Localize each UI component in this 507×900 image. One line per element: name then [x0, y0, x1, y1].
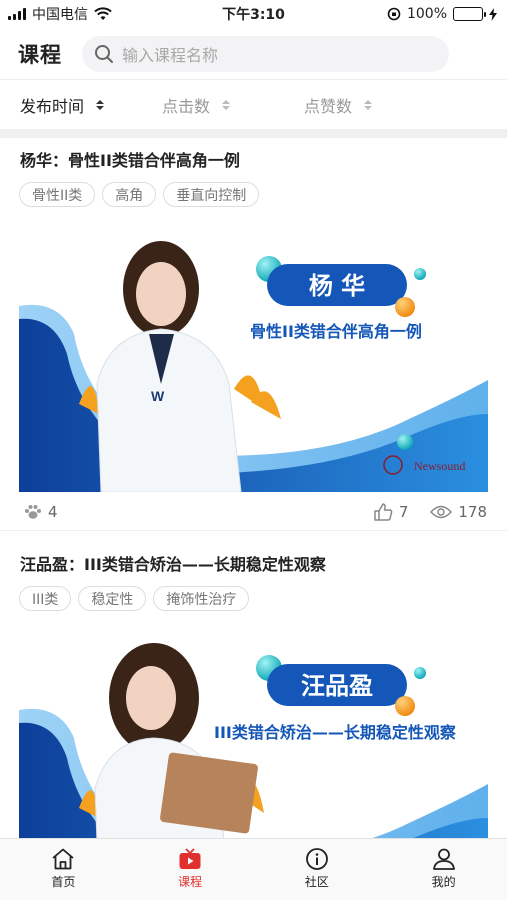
sort-bar: 发布时间 点击数 点赞数 — [0, 81, 507, 129]
view-count: 178 — [458, 503, 487, 521]
like-button[interactable]: 7 — [374, 503, 409, 521]
course-banner[interactable]: 汪品盈 III类错合矫治——长期稳定性观察 — [19, 628, 488, 868]
sort-label: 点赞数 — [304, 97, 353, 116]
info-icon — [305, 848, 328, 870]
sort-by-clicks[interactable]: 点击数 — [162, 93, 304, 117]
header: 课程 输入课程名称 — [0, 28, 507, 80]
user-icon — [432, 848, 455, 870]
view-stat: 178 — [430, 503, 487, 521]
svg-text:W: W — [151, 388, 165, 404]
search-input[interactable]: 输入课程名称 — [82, 35, 449, 72]
tag-list: III类 稳定性 掩饰性治疗 — [0, 586, 507, 611]
tag[interactable]: 掩饰性治疗 — [153, 586, 250, 611]
tag[interactable]: 高角 — [102, 182, 157, 207]
tag[interactable]: 垂直向控制 — [163, 182, 260, 207]
tab-label: 课程 — [178, 875, 203, 889]
sort-caret-icon — [96, 100, 105, 110]
home-icon — [52, 848, 74, 870]
sort-by-likes[interactable]: 点赞数 — [304, 93, 446, 117]
battery-percent: 100% — [406, 6, 447, 22]
sort-label: 发布时间 — [20, 97, 85, 116]
search-icon — [95, 44, 113, 63]
tag[interactable]: 骨性II类 — [19, 182, 96, 207]
battery-icon — [453, 7, 486, 21]
sort-caret-icon — [364, 100, 373, 110]
carrier-label: 中国电信 — [32, 7, 88, 23]
wifi-icon — [94, 7, 112, 20]
course-card[interactable]: 汪品盈：III类错合矫治——长期稳定性观察 III类 稳定性 掩饰性治疗 汪品盈… — [0, 554, 507, 868]
clock: 下午3:10 — [222, 7, 285, 23]
brand-label: Newsound — [414, 459, 465, 473]
tag-list: 骨性II类 高角 垂直向控制 — [0, 182, 507, 207]
like-count: 7 — [398, 503, 409, 521]
charging-icon — [489, 7, 497, 21]
tab-profile[interactable]: 我的 — [380, 839, 507, 900]
course-title[interactable]: 汪品盈：III类错合矫治——长期稳定性观察 — [0, 554, 507, 576]
tab-label: 首页 — [51, 875, 76, 889]
banner-name: 杨 华 — [309, 272, 365, 300]
tab-label: 社区 — [304, 875, 329, 889]
tag[interactable]: 稳定性 — [78, 586, 147, 611]
tab-home[interactable]: 首页 — [0, 839, 127, 900]
course-banner[interactable]: W 杨 华 骨性II类错合伴高角一例 Newsound — [19, 224, 488, 492]
signal-icon — [8, 8, 26, 20]
paw-count: 4 — [48, 503, 58, 521]
course-footer: 4 7 178 — [0, 492, 507, 532]
section-divider — [0, 129, 507, 138]
banner-name: 汪品盈 — [301, 672, 373, 700]
page-title: 课程 — [18, 42, 62, 67]
tab-label: 我的 — [431, 875, 456, 889]
orientation-lock-icon — [387, 7, 401, 21]
sort-by-publish-time[interactable]: 发布时间 — [20, 93, 162, 117]
tag[interactable]: III类 — [19, 586, 72, 611]
video-icon — [179, 848, 201, 869]
status-bar: 中国电信 下午3:10 100% — [0, 0, 507, 28]
tab-bar: 首页 课程 社区 我的 — [0, 838, 507, 900]
course-card[interactable]: 杨华：骨性II类错合伴高角一例 骨性II类 高角 垂直向控制 W 杨 华 骨性I… — [0, 150, 507, 532]
course-title[interactable]: 杨华：骨性II类错合伴高角一例 — [0, 150, 507, 172]
paw-stat: 4 — [24, 503, 58, 521]
search-placeholder: 输入课程名称 — [122, 45, 219, 65]
thumbs-up-icon — [374, 503, 393, 521]
tab-community[interactable]: 社区 — [254, 839, 381, 900]
paw-icon — [25, 505, 41, 519]
sort-label: 点击数 — [162, 97, 211, 116]
eye-icon — [430, 505, 453, 519]
banner-subtitle: 骨性II类错合伴高角一例 — [250, 322, 422, 341]
sort-caret-icon — [222, 100, 231, 110]
tab-courses[interactable]: 课程 — [127, 839, 254, 900]
card-divider — [0, 530, 507, 531]
banner-subtitle: III类错合矫治——长期稳定性观察 — [214, 723, 457, 742]
